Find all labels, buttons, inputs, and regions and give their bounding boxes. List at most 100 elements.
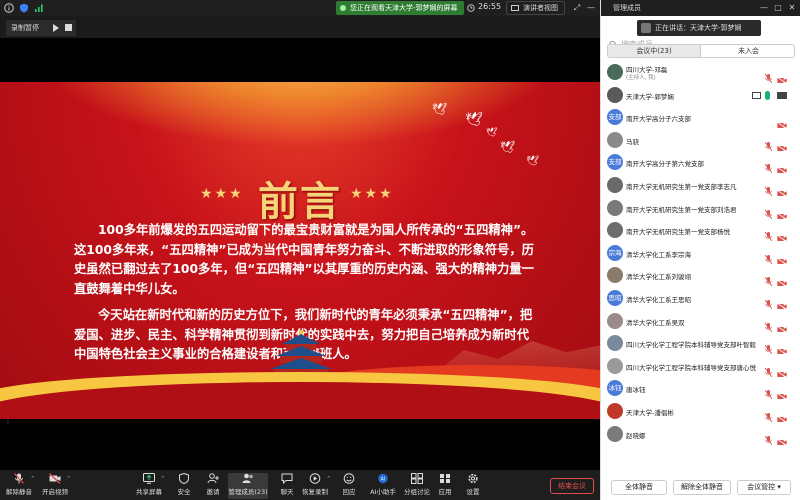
participant-row[interactable]: 支部 南开大学高分子六支部 <box>601 107 800 130</box>
chevron-up-icon[interactable]: ^ <box>31 476 35 482</box>
participant-row[interactable]: 四川大学化学工程学院本科辅导党支部唐心悦 <box>601 356 800 379</box>
dove-icon: 🕊 <box>500 140 516 154</box>
mic-muted-icon[interactable] <box>764 430 773 445</box>
camera-off-icon[interactable] <box>776 205 788 220</box>
tab-not-joined[interactable]: 未入会 <box>702 45 795 57</box>
participant-name: 清华大学化工系李宗海 <box>626 250 691 259</box>
participant-row[interactable]: 清华大学化工系刘骏翊 <box>601 265 800 288</box>
camera-icon[interactable] <box>777 91 787 99</box>
participant-row[interactable]: 四川大学化学工程学院本科辅导党支部叶智毅 <box>601 333 800 356</box>
camera-off-icon[interactable] <box>776 272 788 288</box>
clock-icon <box>467 4 475 12</box>
camera-off-icon[interactable] <box>776 408 788 424</box>
camera-off-icon[interactable] <box>776 340 788 356</box>
security-shield-icon[interactable] <box>19 3 29 13</box>
tab-in-meeting[interactable]: 会议中(23) <box>608 45 701 57</box>
mic-muted-icon[interactable] <box>764 158 773 174</box>
member-tabs: 会议中(23) 未入会 <box>607 44 795 58</box>
participant-row[interactable]: 清华大学化工系吴双 <box>601 311 800 333</box>
participant-row[interactable]: 南开大学无机研究生第一党支部李志凡 <box>601 175 800 198</box>
more-options-icon[interactable]: ⋮ <box>4 416 12 425</box>
resume-recording-icon[interactable] <box>53 24 59 32</box>
camera-off-icon[interactable] <box>776 114 788 130</box>
participant-row[interactable]: 南开大学无机研究生第一党支部杨悦 <box>601 220 800 243</box>
speaker-view-button[interactable]: 演讲者视图 <box>506 1 565 15</box>
signal-icon[interactable] <box>34 3 44 13</box>
chevron-up-icon[interactable]: ^ <box>67 476 71 482</box>
participant-name: 天津大学-潘倡彬 <box>626 409 674 417</box>
participant-name: 清华大学化工系吴双 <box>626 318 685 327</box>
maximize-icon[interactable]: □ <box>773 3 783 13</box>
sharing-banner[interactable]: 您正在观看天津大学-郭梦娴的屏幕 <box>336 1 464 15</box>
participant-name: 马骁 <box>626 137 639 146</box>
camera-off-icon[interactable] <box>776 250 788 266</box>
avatar <box>607 177 623 193</box>
participant-row[interactable]: 思昭 清华大学化工系王思昭 <box>601 288 800 311</box>
mic-muted-icon[interactable] <box>764 294 773 310</box>
camera-off-icon[interactable] <box>776 182 788 198</box>
avatar <box>607 86 623 103</box>
dove-icon: 🕊 <box>526 156 539 167</box>
mic-active-icon[interactable] <box>765 90 770 100</box>
sharing-indicator-icon <box>340 5 346 11</box>
stop-recording-icon[interactable] <box>65 24 72 31</box>
participant-name: 四川大学化学工程学院本科辅导党支部唐心悦 <box>626 363 756 372</box>
fullscreen-icon[interactable]: ⤢ <box>572 3 582 13</box>
info-icon[interactable] <box>4 3 14 13</box>
participant-row[interactable]: 天津大学-郭梦娴 <box>601 85 800 107</box>
mic-muted-icon[interactable] <box>764 362 773 378</box>
minimize-icon[interactable]: — <box>759 3 769 13</box>
mic-muted-icon[interactable] <box>764 317 773 332</box>
avatar <box>607 267 623 284</box>
reactions-button[interactable]: 回应 <box>332 473 366 496</box>
camera-off-icon[interactable] <box>776 363 788 379</box>
mic-muted-icon[interactable] <box>764 384 773 400</box>
mic-muted-icon[interactable] <box>764 204 773 219</box>
mic-muted-icon[interactable] <box>764 249 773 265</box>
settings-button[interactable]: 设置 <box>456 473 490 496</box>
speaking-box: 正在讲话：天津大学-郭梦娴 <box>637 20 761 36</box>
meeting-control-button[interactable]: 会议管控 ▾ <box>737 480 791 495</box>
camera-off-icon[interactable] <box>776 431 788 446</box>
recording-bar: 录制暂停 <box>6 20 76 36</box>
share-screen-button[interactable]: 共享屏幕 ^ <box>132 473 166 496</box>
participant-row[interactable]: 宗海 清华大学化工系李宗海 <box>601 243 800 266</box>
mic-muted-icon[interactable] <box>764 136 773 152</box>
start-video-button[interactable]: 开启视频 ^ <box>38 473 72 496</box>
mic-muted-icon[interactable] <box>764 407 773 423</box>
camera-off-icon[interactable] <box>776 385 788 401</box>
end-meeting-button[interactable]: 结束会议 <box>550 478 594 494</box>
mic-muted-icon[interactable] <box>764 339 773 355</box>
camera-off-icon[interactable] <box>776 137 788 153</box>
participant-row[interactable]: 四川大学-邓磊 (主持人, 我) <box>601 62 800 85</box>
participant-row[interactable]: 南开大学无机研究生第一党支部刘浩君 <box>601 198 800 220</box>
invite-button[interactable]: 邀请 <box>196 473 230 496</box>
toolbar-label: 管理成员(23) <box>228 488 268 496</box>
chevron-up-icon[interactable]: ^ <box>327 476 331 482</box>
svg-text:AI: AI <box>381 477 386 483</box>
chevron-up-icon[interactable]: ^ <box>161 476 165 482</box>
camera-off-icon[interactable] <box>776 159 788 175</box>
camera-off-icon[interactable] <box>776 227 788 243</box>
participant-row[interactable]: 冰钰 唐冰钰 <box>601 378 800 401</box>
panel-title: 管理成员 <box>613 4 641 12</box>
unmute-button[interactable]: 解除静音 ^ <box>2 473 36 496</box>
mute-all-button[interactable]: 全体静音 <box>611 480 667 495</box>
participant-row[interactable]: 马骁 <box>601 130 800 153</box>
unmute-all-button[interactable]: 解除全体静音 <box>673 480 731 495</box>
participant-row[interactable]: 天津大学-潘倡彬 <box>601 401 800 424</box>
ai-assistant-button[interactable]: AI AI小助手 <box>366 473 400 496</box>
minimize-icon[interactable]: — <box>586 3 596 13</box>
mic-muted-icon[interactable] <box>764 226 773 242</box>
participant-row[interactable]: 支部 南开大学高分子第六党支部 <box>601 152 800 175</box>
mic-muted-icon[interactable] <box>764 181 773 197</box>
participant-row[interactable]: 赵晓娜 <box>601 424 800 446</box>
camera-off-icon[interactable] <box>776 69 788 85</box>
manage-members-button[interactable]: 管理成员(23) <box>228 473 268 499</box>
resume-recording-button[interactable]: 恢复录制 ^ <box>298 473 332 496</box>
camera-off-icon[interactable] <box>776 295 788 311</box>
mic-muted-icon[interactable] <box>764 68 773 84</box>
camera-off-icon[interactable] <box>776 318 788 333</box>
mic-muted-icon[interactable] <box>764 271 773 287</box>
close-icon[interactable]: ✕ <box>787 3 797 13</box>
